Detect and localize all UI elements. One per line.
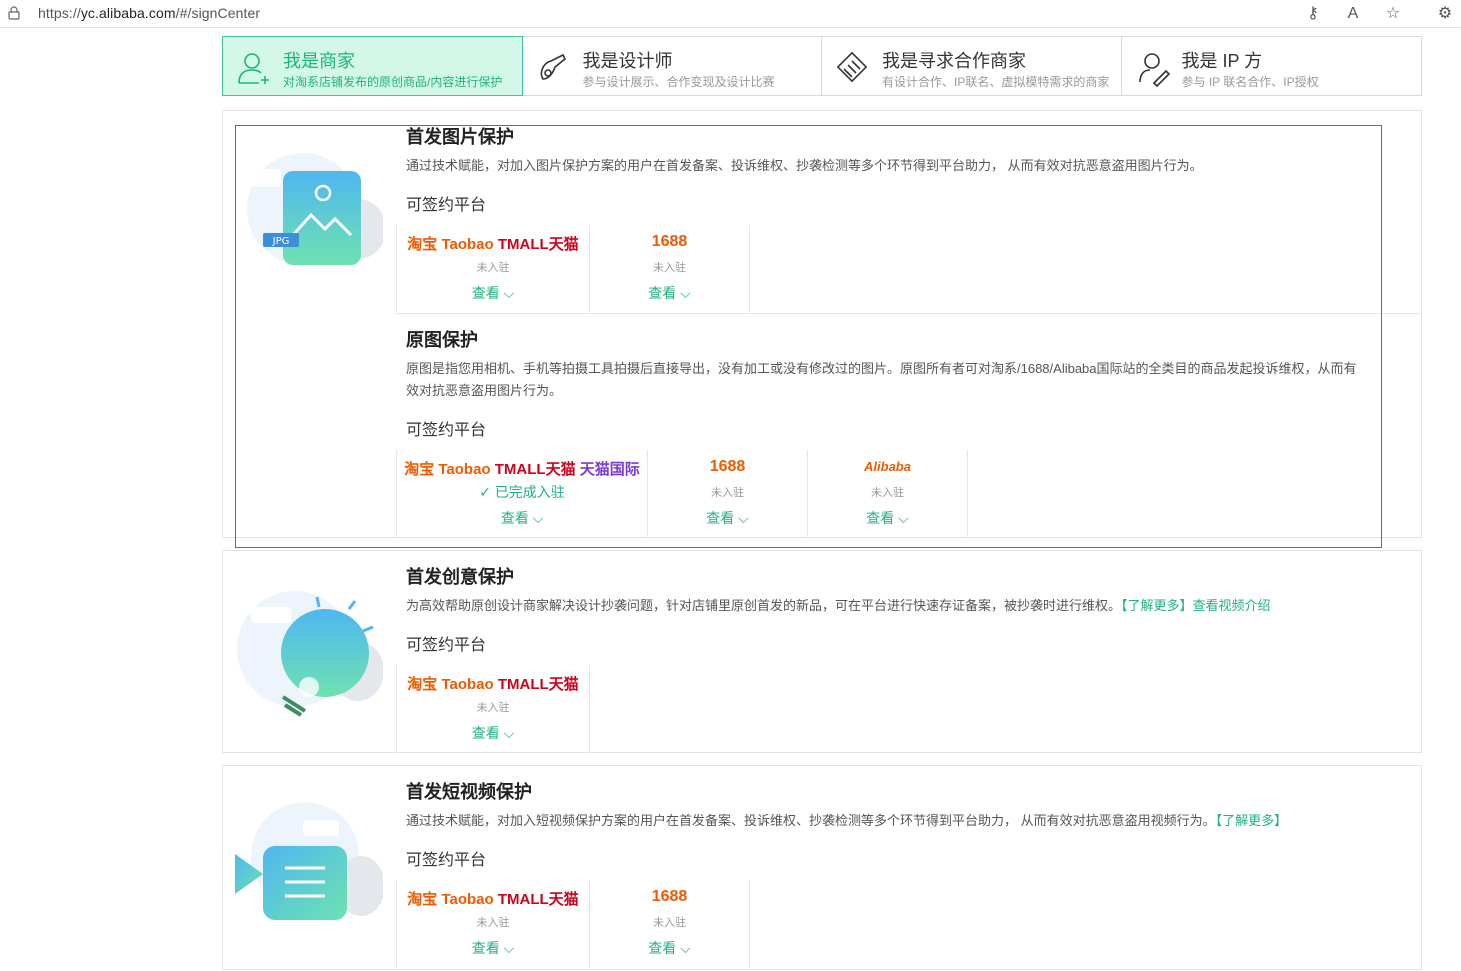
first-image-block: 首发图片保护 通过技术赋能，对加入图片保护方案的用户在首发备案、投诉维权、抄袭检… [396, 111, 1421, 313]
platform-taobao-tmall: 淘宝 Taobao TMALL天猫 未入驻 查看 ⌵ [396, 880, 590, 968]
lightbulb-illustration-icon [237, 591, 383, 717]
platform-logos: 淘宝 Taobao TMALL天猫 [407, 236, 579, 253]
video-illustration-icon [235, 802, 383, 920]
platform-taobao-tmall: 淘宝 Taobao TMALL天猫 未入驻 查看 ⌵ [396, 665, 590, 753]
video-block: 首发短视频保护 通过技术赋能，对加入短视频保护方案的用户在首发备案、投诉维权、抄… [396, 766, 1421, 971]
section-desc: 为高效帮助原创设计商家解决设计抄袭问题，针对店铺里原创首发的新品，可在平台进行快… [406, 598, 1271, 613]
platform-status: 未入驻 [653, 917, 686, 929]
platform-status: 未入驻 [653, 262, 686, 274]
image-illustration-icon: JPG [247, 153, 383, 265]
platform-logos: 淘宝 Taobao TMALL天猫 [407, 891, 579, 908]
platform-list: 淘宝 Taobao TMALL天猫 未入驻 查看 ⌵ [396, 665, 590, 753]
chevron-down-icon: ⌵ [680, 940, 691, 956]
illus-jpg-label: JPG [272, 236, 290, 247]
platform-logos: 淘宝 Taobao TMALL天猫 [407, 676, 579, 693]
platform-label: 可签约平台 [406, 852, 487, 869]
address-bar: https://yc.alibaba.com/#/signCenter ⚷ A … [0, 0, 1461, 28]
ip-icon [1138, 53, 1170, 87]
chevron-down-icon: ⌵ [738, 510, 749, 526]
url-text[interactable]: https://yc.alibaba.com/#/signCenter [38, 5, 260, 21]
tab-subtitle: 参与设计展示、合作变现及设计比赛 [582, 75, 775, 89]
video-intro-link[interactable]: 查看视频介绍 [1193, 598, 1271, 613]
chevron-down-icon: ⌵ [503, 940, 515, 956]
platform-alibaba: Alibaba 未入驻 查看 ⌵ [807, 450, 968, 538]
tab-designer[interactable]: 我是设计师 参与设计展示、合作变现及设计比赛 [523, 37, 822, 95]
role-tabs: 我是商家 对淘系店铺发布的原创商品/内容进行保护 我是设计师 参与设计展示、合作… [222, 36, 1422, 96]
original-image-block: 原图保护 原图是指您用相机、手机等拍摄工具拍摄后直接导出，没有加工或没有修改过的… [396, 314, 1421, 538]
view-button[interactable]: 查看 ⌵ [590, 938, 749, 958]
platform-status: 未入驻 [476, 917, 510, 929]
learn-more-link[interactable]: 【了解更多】 [1121, 598, 1193, 613]
creative-protection-section: 首发创意保护 为高效帮助原创设计商家解决设计抄袭问题，针对店铺里原创首发的新品，… [222, 550, 1422, 753]
platform-taobao-tmall-global: 淘宝 Taobao TMALL天猫 天猫国际 ✓ 已完成入驻 查看 ⌵ [396, 450, 648, 538]
view-button[interactable]: 查看 ⌵ [397, 938, 589, 958]
view-button[interactable]: 查看 ⌵ [648, 508, 807, 528]
designer-icon [540, 53, 566, 80]
section-title: 首发创意保护 [406, 567, 514, 587]
view-button[interactable]: 查看 ⌵ [590, 283, 749, 303]
platform-label: 可签约平台 [406, 422, 487, 439]
chevron-down-icon: ⌵ [680, 285, 691, 301]
section-desc: 通过技术赋能，对加入短视频保护方案的用户在首发备案、投诉维权、抄袭检测等多个环节… [406, 813, 1288, 828]
tab-partner-merchant[interactable]: 我是寻求合作商家 有设计合作、IP联名、虚拟模特需求的商家 [822, 37, 1122, 95]
platform-1688: 1688 未入驻 查看 ⌵ [647, 450, 808, 538]
star-icon[interactable]: ☆ [1382, 3, 1404, 25]
platform-logos: 淘宝 Taobao TMALL天猫 天猫国际 [404, 461, 640, 478]
platform-status: 未入驻 [476, 702, 510, 714]
platform-taobao-tmall: 淘宝 Taobao TMALL天猫 未入驻 查看 ⌵ [396, 225, 590, 313]
chevron-down-icon: ⌵ [503, 285, 515, 301]
tab-subtitle: 对淘系店铺发布的原创商品/内容进行保护 [283, 75, 503, 89]
platform-list: 淘宝 Taobao TMALL天猫 未入驻 查看 ⌵ 1688 未入驻 查看 ⌵ [396, 880, 750, 968]
tab-subtitle: 有设计合作、IP联名、虚拟模特需求的商家 [882, 75, 1110, 89]
view-button[interactable]: 查看 ⌵ [397, 283, 589, 303]
chevron-down-icon: ⌵ [532, 510, 544, 526]
chevron-down-icon: ⌵ [503, 725, 515, 741]
view-button[interactable]: 查看 ⌵ [808, 508, 967, 528]
tab-merchant[interactable]: 我是商家 对淘系店铺发布的原创商品/内容进行保护 [222, 36, 523, 96]
tab-title: 我是 IP 方 [1181, 51, 1263, 71]
view-button[interactable]: 查看 ⌵ [397, 508, 647, 528]
section-desc: 通过技术赋能，对加入图片保护方案的用户在首发备案、投诉维权、抄袭检测等多个环节得… [406, 158, 1203, 173]
section-desc: 原图是指您用相机、手机等拍摄工具拍摄后直接导出，没有加工或没有修改过的图片。原图… [406, 361, 1357, 398]
section-title: 原图保护 [406, 330, 478, 350]
section-title: 首发短视频保护 [406, 782, 532, 802]
check-circle-icon: ✓ [479, 484, 491, 500]
lock-icon [8, 6, 20, 20]
key-icon[interactable]: ⚷ [1302, 3, 1324, 25]
platform-logos: 1688 [651, 233, 688, 250]
creative-block: 首发创意保护 为高效帮助原创设计商家解决设计抄袭问题，针对店铺里原创首发的新品，… [396, 551, 1421, 754]
platform-logos: 1688 [709, 458, 746, 475]
tab-title: 我是商家 [283, 51, 355, 71]
handshake-icon [836, 51, 868, 83]
platform-label: 可签约平台 [406, 637, 487, 654]
platform-1688: 1688 未入驻 查看 ⌵ [589, 880, 750, 968]
platform-status: 未入驻 [871, 487, 904, 499]
learn-more-link[interactable]: 【了解更多】 [1216, 813, 1288, 828]
platform-status: 未入驻 [711, 487, 744, 499]
platform-status-joined: ✓ 已完成入驻 [479, 484, 565, 500]
platform-1688: 1688 未入驻 查看 ⌵ [589, 225, 750, 313]
platform-logos: Alibaba [864, 459, 911, 474]
video-protection-section: 首发短视频保护 通过技术赋能，对加入短视频保护方案的用户在首发备案、投诉维权、抄… [222, 765, 1422, 970]
section-title: 首发图片保护 [406, 127, 514, 147]
merchant-icon [238, 53, 269, 84]
platform-list: 淘宝 Taobao TMALL天猫 天猫国际 ✓ 已完成入驻 查看 ⌵ 1688… [396, 450, 968, 538]
platform-list: 淘宝 Taobao TMALL天猫 未入驻 查看 ⌵ 1688 未入驻 查看 ⌵ [396, 225, 750, 313]
tab-ip-owner[interactable]: 我是 IP 方 参与 IP 联名合作、IP授权 [1122, 37, 1422, 95]
chevron-down-icon: ⌵ [898, 510, 909, 526]
platform-logos: 1688 [651, 888, 688, 905]
platform-label: 可签约平台 [406, 197, 487, 214]
view-button[interactable]: 查看 ⌵ [397, 723, 589, 743]
tab-subtitle: 参与 IP 联名合作、IP授权 [1181, 75, 1319, 89]
image-protection-section: JPG 首发图片保护 通过技术赋能，对加入图片保护方案的用户在首发备案、投诉维权… [222, 110, 1422, 538]
extensions-icon[interactable]: ⚙ [1434, 3, 1456, 25]
tab-title: 我是寻求合作商家 [882, 51, 1026, 71]
platform-status: 未入驻 [476, 262, 510, 274]
tab-title: 我是设计师 [582, 51, 673, 71]
read-aloud-icon[interactable]: A [1342, 3, 1364, 25]
